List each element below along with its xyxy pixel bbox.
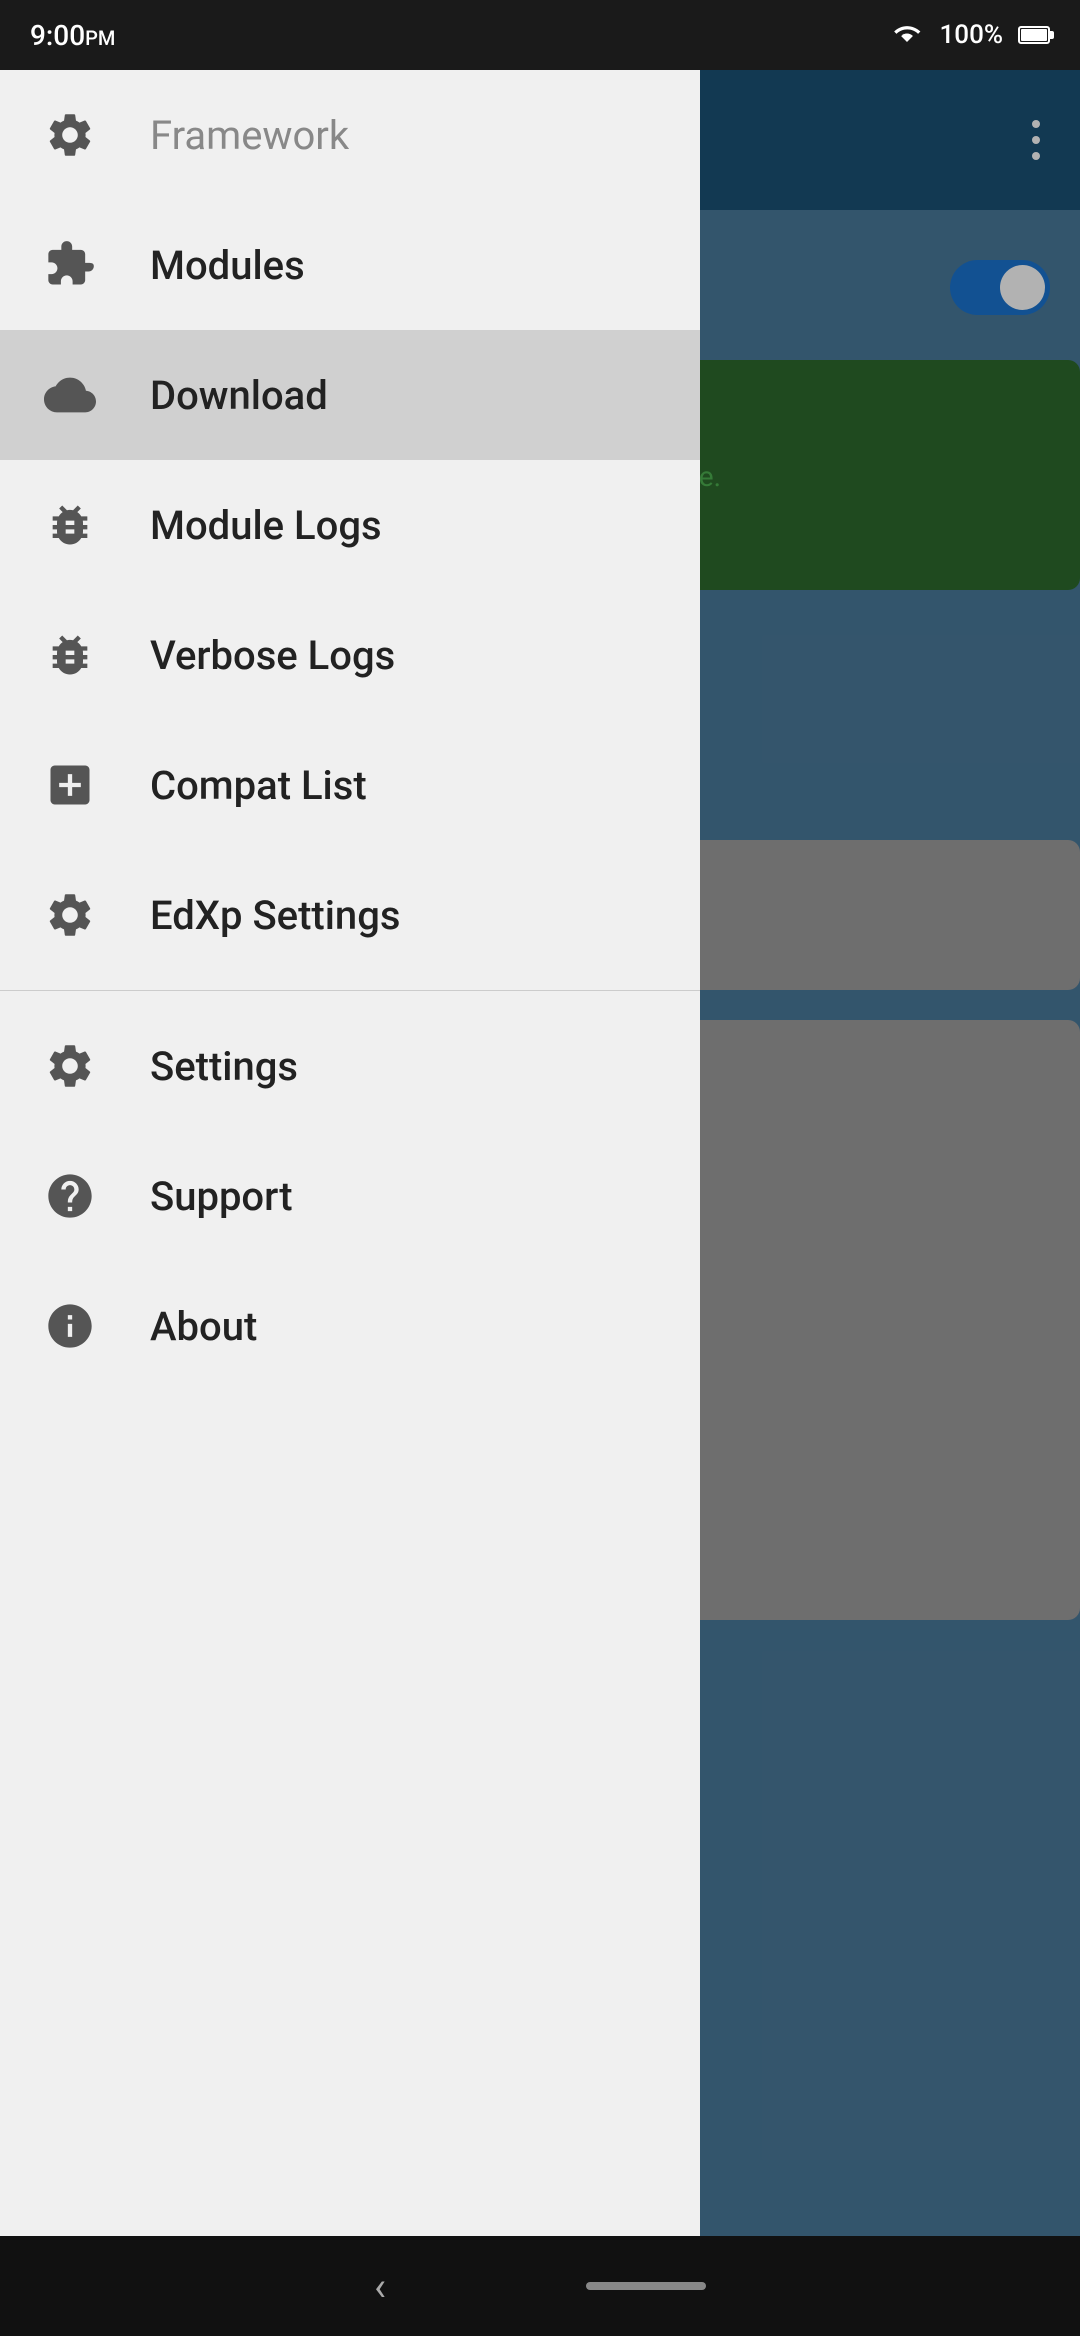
nav-drawer: Framework Modules Download Module Logs [0, 70, 700, 2236]
sidebar-item-compat-list[interactable]: Compat List [0, 720, 700, 850]
battery-icon [1018, 26, 1050, 44]
status-right: 100% [889, 20, 1050, 50]
cloud-download-icon [40, 365, 100, 425]
framework-label: Framework [150, 112, 349, 159]
sidebar-item-module-logs[interactable]: Module Logs [0, 460, 700, 590]
module-logs-label: Module Logs [150, 502, 382, 549]
status-time: 9:00PM [30, 19, 115, 52]
sidebar-item-support[interactable]: Support [0, 1131, 700, 1261]
info-circle-icon [40, 1296, 100, 1356]
plus-box-icon [40, 755, 100, 815]
sidebar-item-about[interactable]: About [0, 1261, 700, 1391]
back-button[interactable]: ‹ [374, 2263, 386, 2310]
bug-icon-verbose [40, 625, 100, 685]
gear-icon [40, 105, 100, 165]
bug-icon-module [40, 495, 100, 555]
support-label: Support [150, 1173, 293, 1220]
download-label: Download [150, 372, 328, 419]
sidebar-item-modules[interactable]: Modules [0, 200, 700, 330]
settings-gear-icon [40, 1036, 100, 1096]
home-indicator[interactable] [586, 2282, 706, 2290]
bottom-nav: ‹ [0, 2236, 1080, 2336]
sidebar-item-framework[interactable]: Framework [0, 70, 700, 200]
status-bar: 9:00PM 100% [0, 0, 1080, 70]
wifi-icon [889, 21, 925, 49]
verbose-logs-label: Verbose Logs [150, 632, 395, 679]
battery-percentage: 100% [940, 20, 1003, 50]
help-circle-icon [40, 1166, 100, 1226]
edxp-settings-label: EdXp Settings [150, 892, 400, 939]
puzzle-icon [40, 235, 100, 295]
sidebar-item-settings[interactable]: Settings [0, 1001, 700, 1131]
sidebar-item-download[interactable]: Download [0, 330, 700, 460]
settings-label: Settings [150, 1043, 298, 1090]
modules-label: Modules [150, 242, 305, 289]
sidebar-item-edxp-settings[interactable]: EdXp Settings [0, 850, 700, 980]
edxp-gear-icon [40, 885, 100, 945]
nav-divider [0, 990, 700, 991]
sidebar-item-verbose-logs[interactable]: Verbose Logs [0, 590, 700, 720]
about-label: About [150, 1303, 257, 1350]
compat-list-label: Compat List [150, 762, 367, 809]
